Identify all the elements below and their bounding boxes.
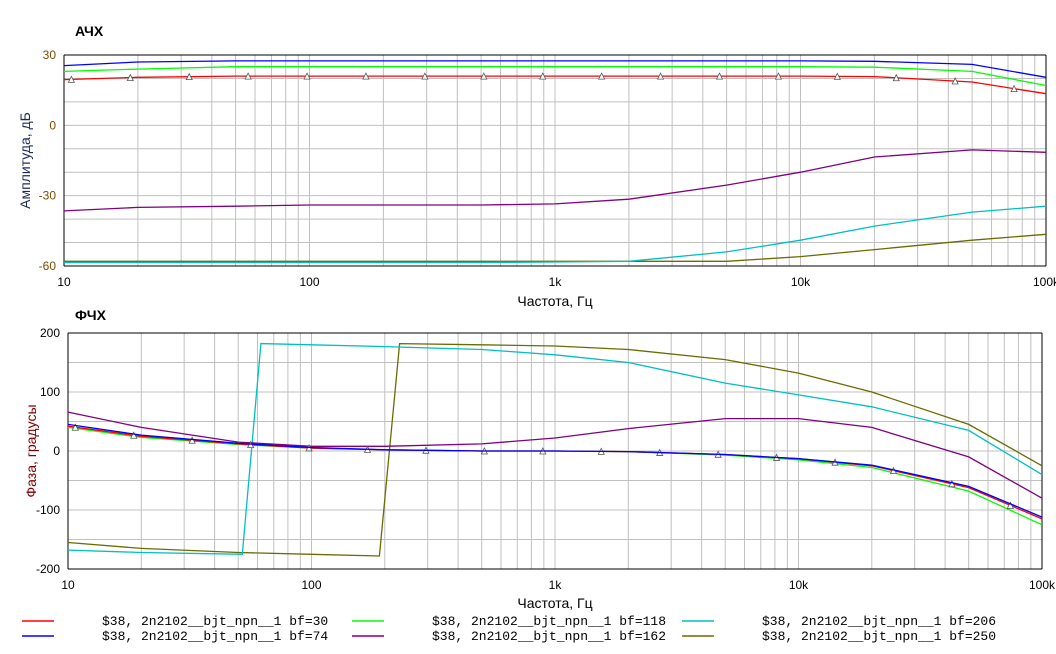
- legend-label: $38, 2n2102__bjt_npn__1 bf=162: [432, 629, 666, 644]
- x-tick-label: 10: [61, 578, 75, 592]
- legend: $38, 2n2102__bjt_npn__1 bf=30 $38, 2n2102…: [22, 614, 996, 644]
- y-axis-label: Фаза, градусы: [23, 404, 39, 497]
- y-tick-label: 30: [43, 48, 57, 62]
- legend-label: $38, 2n2102__bjt_npn__1 bf=206: [762, 614, 996, 629]
- y-tick-label: -100: [36, 503, 60, 517]
- x-tick-label: 1k: [549, 275, 563, 289]
- legend-label: $38, 2n2102__bjt_npn__1 bf=74: [102, 629, 328, 644]
- bode-plot: 101001k10k100k300-30-60АЧХЧастота, ГцАмп…: [17, 23, 1056, 644]
- legend-label: $38, 2n2102__bjt_npn__1 bf=118: [432, 614, 666, 629]
- x-tick-label: 100: [301, 578, 321, 592]
- y-tick-label: -60: [39, 259, 57, 273]
- phase-chart: 10 100 1k 10k 100k 200 100 0 -100 -200 ФЧХ Частота,…: [23, 307, 1056, 611]
- chart-title: ФЧХ: [75, 307, 107, 323]
- x-tick-label: 1k: [549, 578, 563, 592]
- x-axis-label: Частота, Гц: [517, 595, 592, 611]
- y-tick-label: 0: [53, 444, 60, 458]
- chart-title: АЧХ: [75, 23, 104, 39]
- x-tick-label: 10k: [789, 578, 809, 592]
- x-tick-label: 10k: [791, 275, 811, 289]
- y-tick-label: -200: [36, 562, 60, 576]
- x-tick-label: 100: [299, 275, 319, 289]
- magnitude-chart: 10 100 1k 10k 100k 30 0 -30 -60 АЧХ Частота, Гц Амп…: [17, 23, 1056, 309]
- y-tick-label: 100: [40, 385, 60, 399]
- x-tick-label: 100k: [1033, 275, 1056, 289]
- legend-label: $38, 2n2102__bjt_npn__1 bf=30: [102, 614, 328, 629]
- y-tick-label: 0: [49, 118, 56, 132]
- x-axis-label: Частота, Гц: [517, 293, 592, 309]
- y-axis-label: Амплитуда, дБ: [17, 112, 33, 209]
- legend-label: $38, 2n2102__bjt_npn__1 bf=250: [762, 629, 996, 644]
- x-tick-label: 10: [57, 275, 71, 289]
- y-tick-label: -30: [39, 189, 57, 203]
- y-tick-label: 200: [40, 326, 60, 340]
- x-tick-label: 100k: [1029, 578, 1056, 592]
